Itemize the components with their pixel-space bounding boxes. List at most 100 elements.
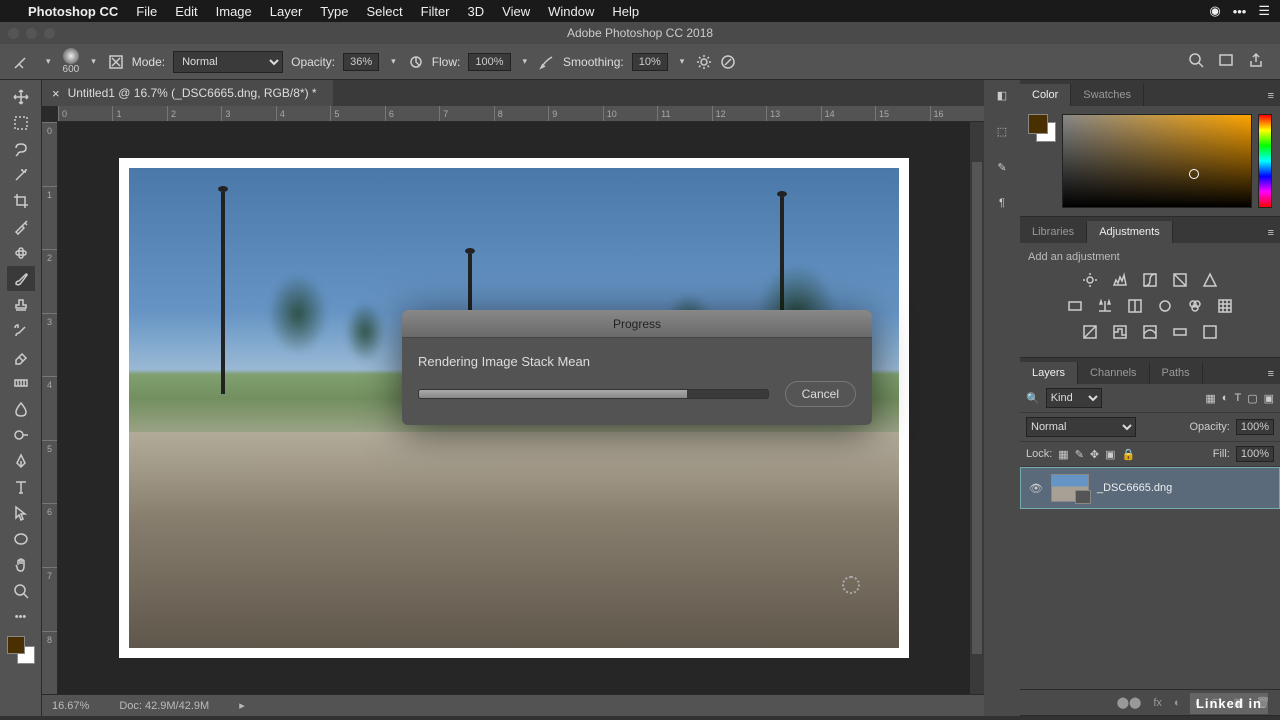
color-field[interactable]	[1062, 114, 1252, 208]
mask-icon[interactable]: ◐	[1174, 697, 1181, 709]
smoothing-value[interactable]: 10%	[632, 53, 668, 71]
menu-edit[interactable]: Edit	[175, 4, 197, 19]
shape-tool[interactable]	[7, 526, 35, 551]
pressure-opacity-icon[interactable]	[408, 54, 424, 70]
chevron-down-icon[interactable]: ▾	[387, 56, 400, 67]
menu-help[interactable]: Help	[612, 4, 639, 19]
type-tool[interactable]	[7, 474, 35, 499]
filter-adjust-icon[interactable]: ◐	[1222, 392, 1229, 405]
visibility-icon[interactable]: 👁	[1029, 482, 1043, 495]
panel-menu-icon[interactable]: ≡	[1262, 86, 1280, 106]
brush-tool[interactable]	[7, 266, 35, 291]
lut-icon[interactable]	[1215, 297, 1235, 315]
cc-status-icon[interactable]: ◉	[1209, 3, 1220, 19]
tab-channels[interactable]: Channels	[1078, 362, 1149, 384]
invert-icon[interactable]	[1080, 323, 1100, 341]
lock-artboard-icon[interactable]: ▣	[1105, 448, 1115, 461]
opacity-value[interactable]: 36%	[343, 53, 379, 71]
overflow-icon[interactable]: •••	[1233, 4, 1247, 19]
lock-trans-icon[interactable]: ▦	[1058, 448, 1068, 461]
brush-panel-icon[interactable]	[108, 54, 124, 70]
app-name[interactable]: Photoshop CC	[28, 4, 118, 19]
curves-icon[interactable]	[1140, 271, 1160, 289]
color-swatch[interactable]	[1028, 114, 1056, 142]
chevron-down-icon[interactable]: ▾	[42, 56, 55, 67]
zoom-tool[interactable]	[7, 578, 35, 603]
filter-kind[interactable]: Kind	[1046, 388, 1102, 408]
menu-filter[interactable]: Filter	[421, 4, 450, 19]
opacity-value[interactable]: 100%	[1236, 419, 1274, 435]
photo-filter-icon[interactable]	[1155, 297, 1175, 315]
frame-icon[interactable]	[1218, 52, 1234, 71]
tab-paths[interactable]: Paths	[1150, 362, 1203, 384]
gear-icon[interactable]	[696, 54, 712, 70]
color-swatches[interactable]	[7, 636, 35, 664]
zoom-level[interactable]: 16.67%	[52, 700, 89, 712]
close-icon[interactable]: ×	[52, 86, 60, 101]
move-tool[interactable]	[7, 84, 35, 109]
cancel-button[interactable]: Cancel	[785, 381, 856, 407]
layer-row[interactable]: 👁 _DSC6665.dng	[1020, 467, 1280, 509]
vibrance-icon[interactable]	[1200, 271, 1220, 289]
traffic-lights[interactable]	[8, 28, 55, 39]
marquee-tool[interactable]	[7, 110, 35, 135]
mode-select[interactable]: Normal	[173, 51, 283, 73]
menu-window[interactable]: Window	[548, 4, 594, 19]
menu-layer[interactable]: Layer	[270, 4, 303, 19]
menu-type[interactable]: Type	[320, 4, 348, 19]
history-brush-tool[interactable]	[7, 318, 35, 343]
tab-libraries[interactable]: Libraries	[1020, 221, 1087, 243]
search-icon[interactable]	[1188, 52, 1204, 71]
crop-tool[interactable]	[7, 188, 35, 213]
collapsed-icon[interactable]: ◧	[997, 86, 1007, 104]
chevron-right-icon[interactable]: ▸	[239, 699, 245, 712]
panel-menu-icon[interactable]: ≡	[1262, 364, 1280, 384]
tool-preset-icon[interactable]	[8, 49, 34, 75]
scrollbar-vertical[interactable]	[970, 122, 984, 694]
more-tools-icon[interactable]: •••	[7, 604, 35, 629]
path-select-tool[interactable]	[7, 500, 35, 525]
doc-size[interactable]: Doc: 42.9M/42.9M	[119, 700, 209, 712]
ruler-vertical[interactable]: 012345678	[42, 122, 58, 694]
lasso-tool[interactable]	[7, 136, 35, 161]
ruler-horizontal[interactable]: 012345678910111213141516	[58, 106, 984, 122]
lock-position-icon[interactable]: ✥	[1090, 448, 1099, 461]
share-icon[interactable]	[1248, 52, 1264, 71]
lock-all-icon[interactable]: 🔒	[1122, 448, 1136, 461]
flow-value[interactable]: 100%	[468, 53, 510, 71]
menu-view[interactable]: View	[502, 4, 530, 19]
collapsed-icon[interactable]: ⬚	[997, 122, 1007, 140]
eyedropper-tool[interactable]	[7, 214, 35, 239]
hue-slider[interactable]	[1258, 114, 1272, 208]
filter-shape-icon[interactable]: ▢	[1247, 392, 1257, 405]
hue-icon[interactable]	[1065, 297, 1085, 315]
levels-icon[interactable]	[1110, 271, 1130, 289]
chevron-down-icon[interactable]: ▾	[87, 56, 100, 67]
chevron-down-icon[interactable]: ▾	[676, 56, 689, 67]
collapsed-icon[interactable]: ¶	[999, 194, 1005, 212]
filter-smart-icon[interactable]: ▣	[1264, 392, 1274, 405]
brush-preview[interactable]: 600	[63, 48, 80, 75]
eraser-tool[interactable]	[7, 344, 35, 369]
menu-image[interactable]: Image	[216, 4, 252, 19]
tab-color[interactable]: Color	[1020, 84, 1071, 106]
exposure-icon[interactable]	[1170, 271, 1190, 289]
healing-tool[interactable]	[7, 240, 35, 265]
tab-swatches[interactable]: Swatches	[1071, 84, 1144, 106]
menu-select[interactable]: Select	[366, 4, 402, 19]
lock-pixels-icon[interactable]: ✎	[1075, 448, 1084, 461]
balance-icon[interactable]	[1095, 297, 1115, 315]
layer-name[interactable]: _DSC6665.dng	[1097, 482, 1172, 494]
filter-type-icon[interactable]: T	[1234, 392, 1241, 405]
hand-tool[interactable]	[7, 552, 35, 577]
fx-icon[interactable]: fx	[1153, 697, 1162, 709]
blur-tool[interactable]	[7, 396, 35, 421]
pen-tool[interactable]	[7, 448, 35, 473]
filter-icon[interactable]: 🔍	[1026, 392, 1040, 405]
airbrush-icon[interactable]	[539, 54, 555, 70]
document-tab[interactable]: × Untitled1 @ 16.7% (_DSC6665.dng, RGB/8…	[42, 80, 333, 106]
posterize-icon[interactable]	[1110, 323, 1130, 341]
brightness-icon[interactable]	[1080, 271, 1100, 289]
wand-tool[interactable]	[7, 162, 35, 187]
collapsed-icon[interactable]: ✎	[997, 158, 1006, 176]
